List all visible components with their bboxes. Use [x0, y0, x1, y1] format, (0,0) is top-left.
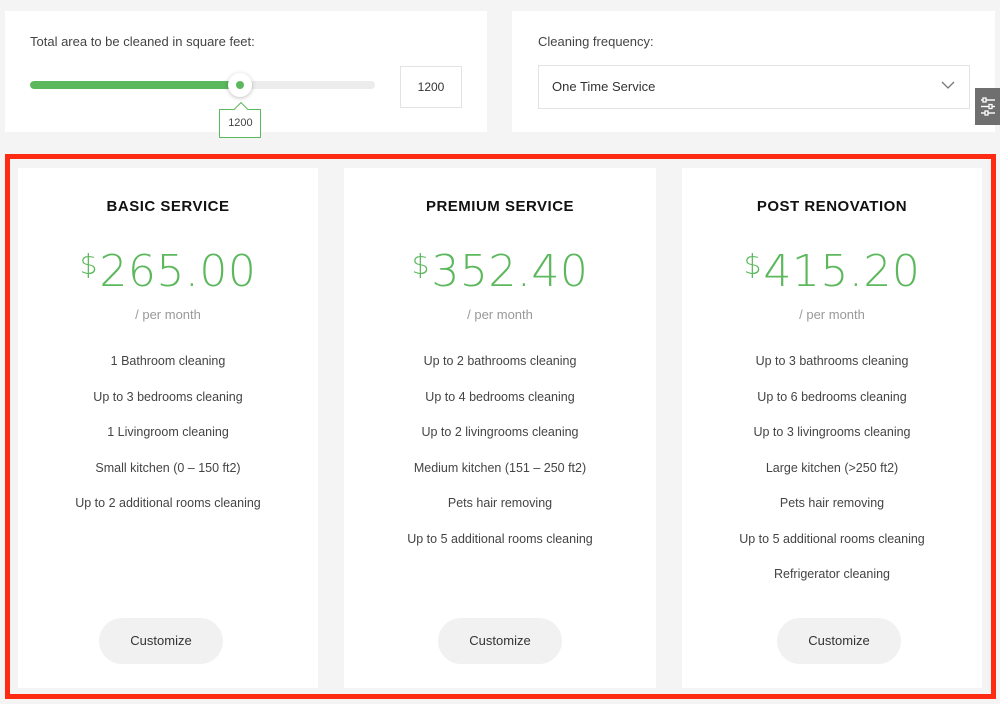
plan-title: BASIC SERVICE: [106, 198, 230, 215]
feature-item: Pets hair removing: [779, 496, 885, 510]
customize-button[interactable]: Customize: [99, 618, 223, 664]
currency-symbol: $: [743, 248, 762, 281]
feature-list: Up to 3 bathrooms cleaning Up to 6 bedro…: [682, 352, 982, 601]
plan-price: $352.40: [344, 246, 656, 297]
area-slider-fill: [30, 81, 241, 89]
plan-title: POST RENOVATION: [756, 198, 908, 215]
customize-button[interactable]: Customize: [777, 618, 901, 664]
settings-side-tab[interactable]: [975, 88, 1000, 125]
feature-item: 1 Bathroom cleaning: [110, 354, 226, 368]
currency-symbol: $: [411, 248, 430, 281]
area-panel: Total area to be cleaned in square feet:…: [5, 11, 487, 138]
feature-item: Refrigerator cleaning: [773, 567, 891, 581]
plan-title: PREMIUM SERVICE: [425, 198, 575, 215]
price-amount: 352.40: [431, 246, 589, 297]
frequency-panel: Cleaning frequency: One Time Service: [512, 11, 995, 132]
feature-item: Up to 2 bathrooms cleaning: [423, 354, 577, 368]
feature-item: 1 Livingroom cleaning: [107, 425, 229, 439]
feature-item: Medium kitchen (151 – 250 ft2): [413, 460, 587, 475]
feature-item: Up to 5 additional rooms cleaning: [407, 531, 593, 546]
sliders-icon: [981, 97, 995, 116]
feature-item: Up to 3 bathrooms cleaning: [755, 354, 909, 368]
feature-item: Pets hair removing: [447, 496, 553, 510]
feature-item: Up to 5 additional rooms cleaning: [739, 531, 925, 546]
plan-period: / per month: [799, 307, 865, 322]
plan-price: $415.20: [682, 246, 982, 297]
currency-symbol: $: [79, 248, 98, 281]
feature-item: Small kitchen (0 – 150 ft2): [95, 460, 241, 475]
feature-item: Up to 2 additional rooms cleaning: [75, 496, 261, 510]
feature-item: Up to 4 bedrooms cleaning: [425, 389, 575, 404]
feature-item: Up to 6 bedrooms cleaning: [757, 389, 907, 404]
plan-period: / per month: [135, 307, 201, 322]
plan-price: $265.00: [18, 246, 318, 297]
area-slider-tooltip: 1200: [219, 109, 262, 138]
feature-list: 1 Bathroom cleaning Up to 3 bedrooms cle…: [18, 352, 318, 530]
plan-card-post-renovation: POST RENOVATION $415.20 / per month Up t…: [682, 168, 982, 688]
feature-list: Up to 2 bathrooms cleaning Up to 4 bedro…: [344, 352, 656, 565]
area-label: Total area to be cleaned in square feet:: [30, 34, 255, 49]
feature-item: Up to 3 bedrooms cleaning: [93, 389, 243, 404]
frequency-label: Cleaning frequency:: [538, 34, 654, 49]
feature-item: Large kitchen (>250 ft2): [765, 460, 899, 475]
plan-card-premium: PREMIUM SERVICE $352.40 / per month Up t…: [344, 168, 656, 688]
frequency-select[interactable]: One Time Service: [538, 65, 970, 109]
chevron-down-icon: [941, 81, 955, 89]
frequency-selected-value: One Time Service: [552, 79, 656, 94]
customize-button[interactable]: Customize: [438, 618, 562, 664]
plan-card-basic: BASIC SERVICE $265.00 / per month 1 Bath…: [18, 168, 318, 688]
area-slider-track[interactable]: [30, 81, 375, 89]
area-slider-handle[interactable]: [228, 73, 253, 97]
feature-item: Up to 2 livingrooms cleaning: [421, 425, 579, 439]
plan-period: / per month: [467, 307, 533, 322]
area-input[interactable]: 1200: [400, 66, 462, 108]
price-amount: 265.00: [99, 246, 257, 297]
price-amount: 415.20: [763, 246, 921, 297]
feature-item: Up to 3 livingrooms cleaning: [753, 425, 911, 439]
